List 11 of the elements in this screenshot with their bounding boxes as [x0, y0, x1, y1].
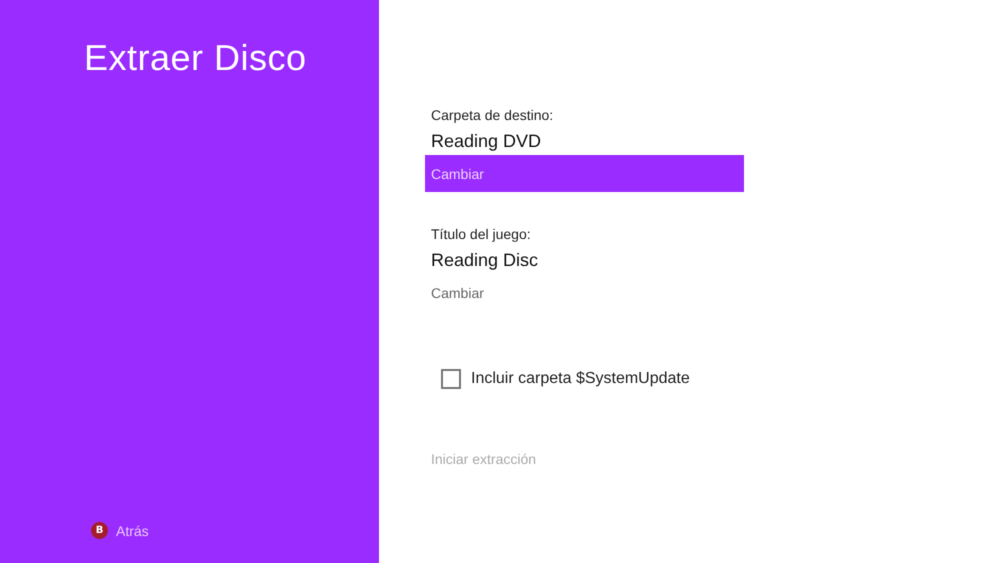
- checkbox-label: Incluir carpeta $SystemUpdate: [471, 370, 690, 388]
- page-title: Extraer Disco: [84, 37, 308, 79]
- field-value: Reading Disc: [430, 250, 540, 271]
- field-value: Reading DVD: [430, 131, 542, 152]
- back-label: Atrás: [116, 522, 149, 538]
- field-label: Título del juego:: [430, 226, 532, 242]
- checkbox[interactable]: [441, 369, 461, 389]
- change-button[interactable]: Cambiar: [425, 274, 744, 311]
- field-label: Carpeta de destino:: [430, 107, 554, 123]
- b-button-icon: B: [91, 522, 108, 539]
- change-button[interactable]: Cambiar: [425, 155, 744, 192]
